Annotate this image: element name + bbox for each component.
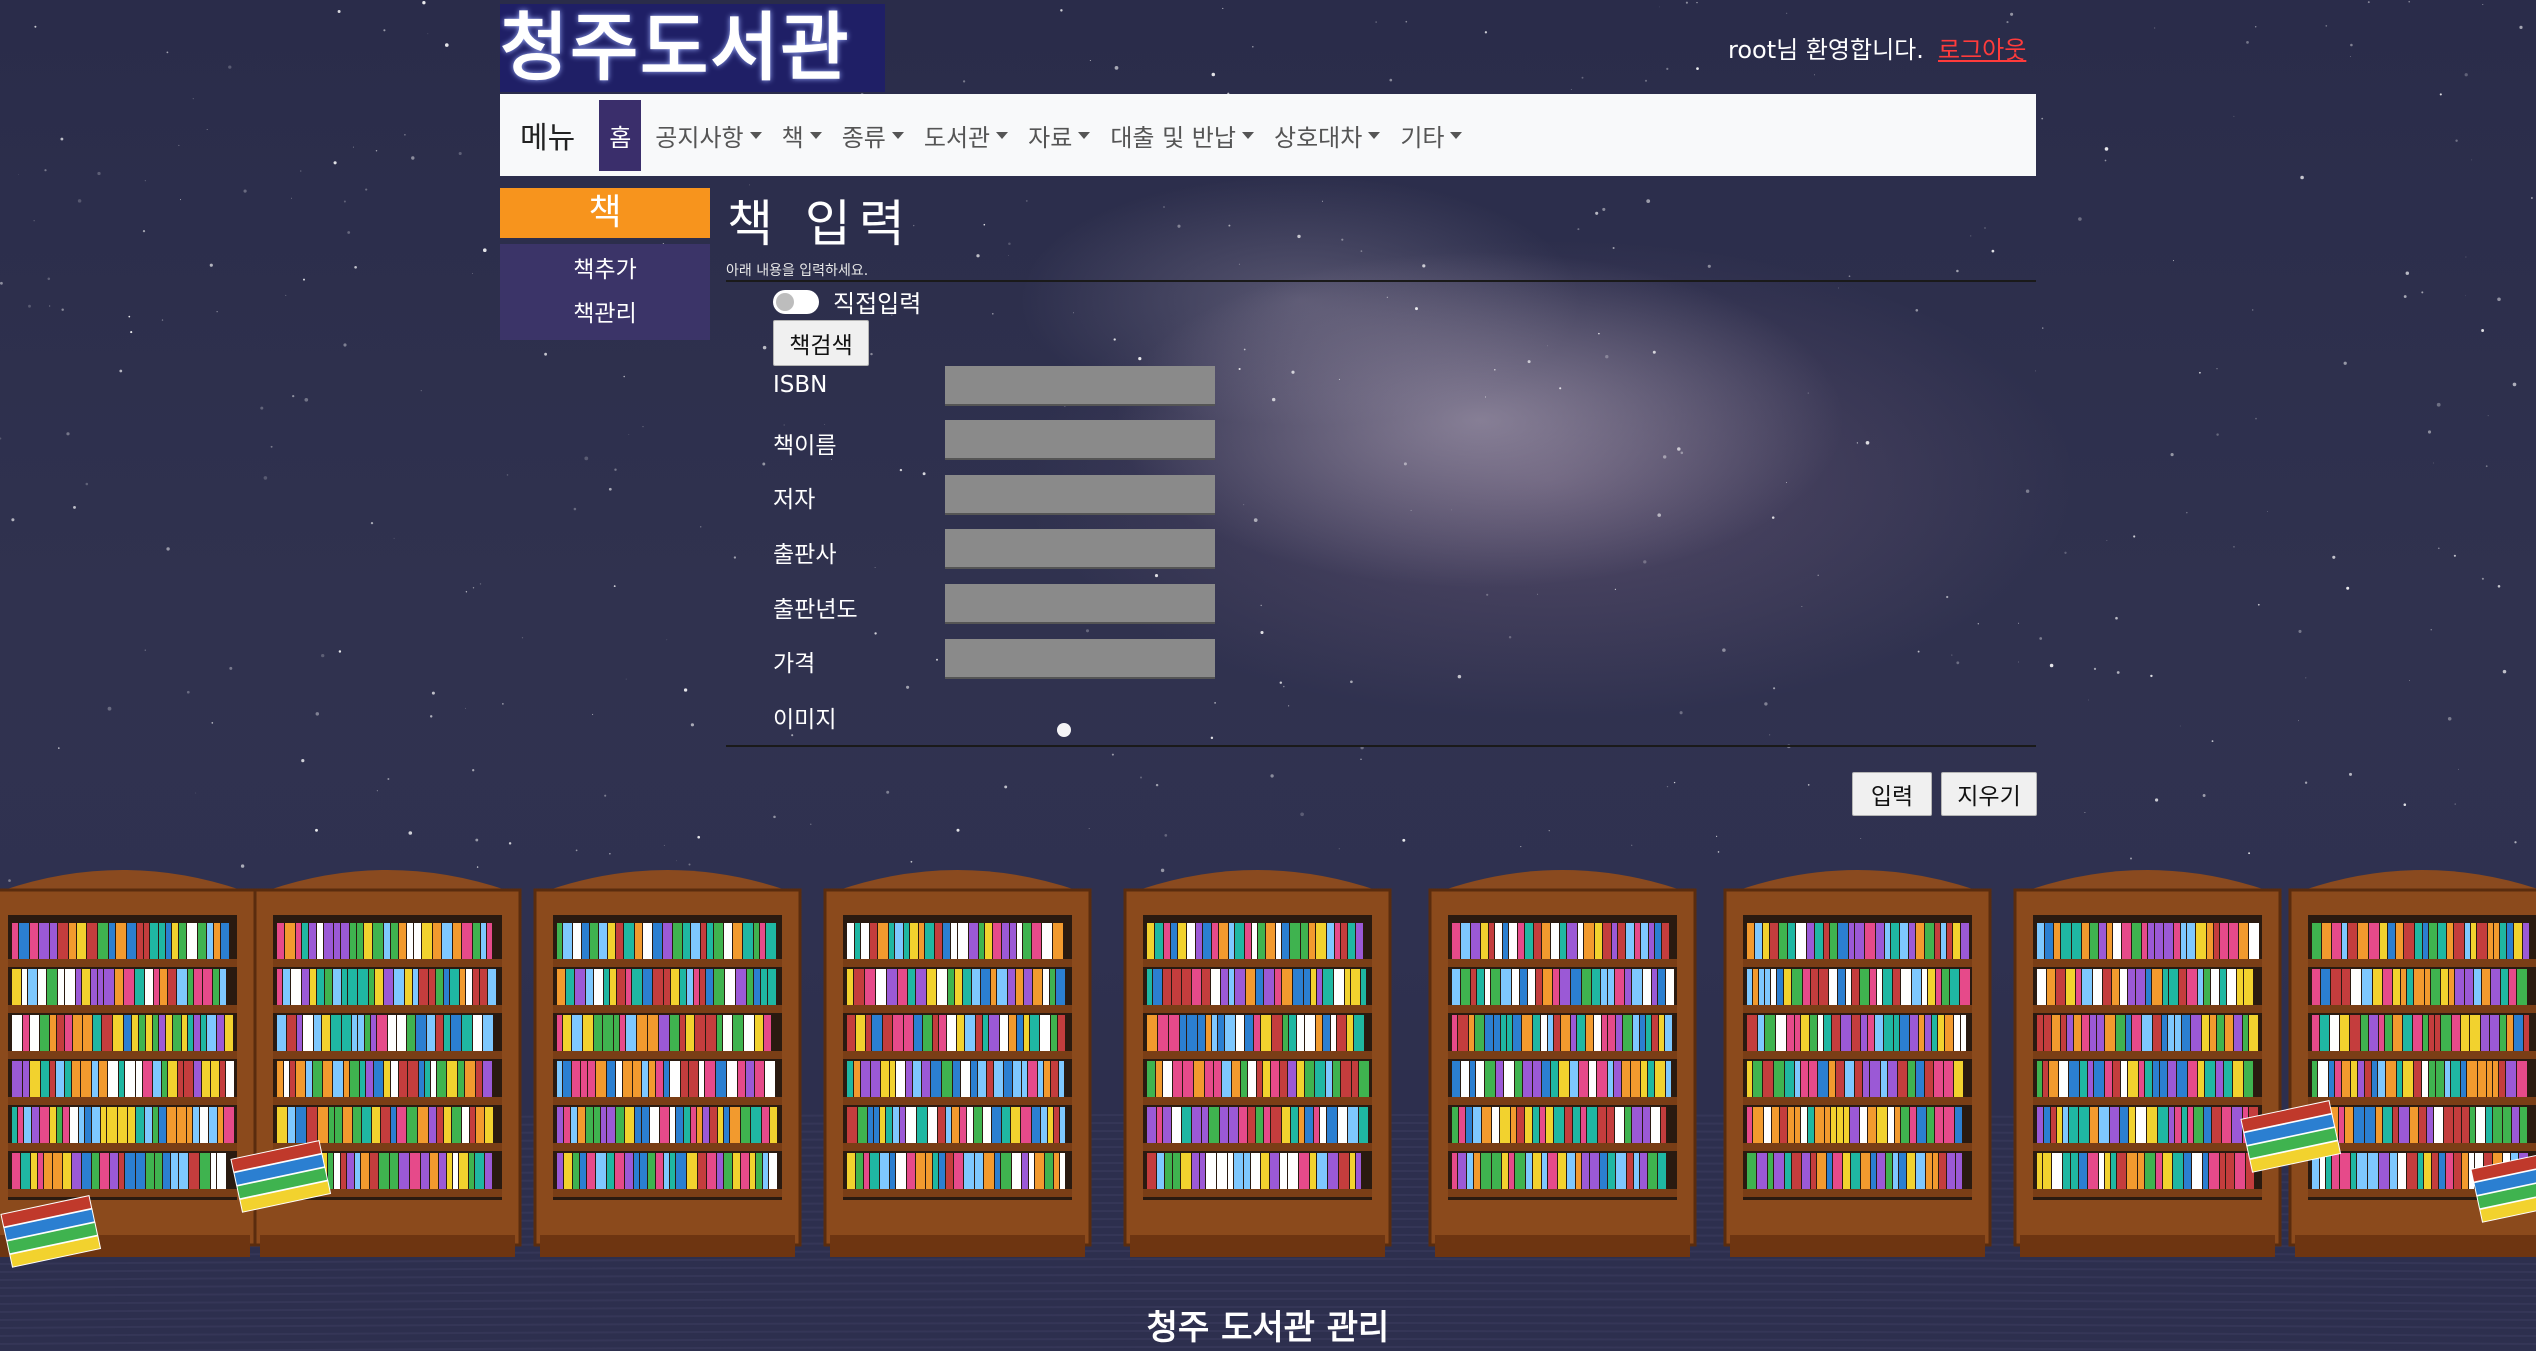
publish-year-input[interactable]	[945, 584, 1215, 624]
nav-materials-label: 자료	[1028, 123, 1073, 152]
caret-down-icon	[996, 131, 1009, 139]
nav-loan-return-label: 대출 및 반납	[1110, 123, 1236, 152]
manual-input-label: 직접입력	[833, 290, 922, 318]
site-logo[interactable]: 청주도서관	[500, 4, 885, 92]
submit-button[interactable]: 입력	[1852, 772, 1932, 816]
nav-book-label: 책	[781, 123, 804, 152]
caret-down-icon	[809, 131, 822, 139]
logout-link[interactable]: 로그아웃	[1938, 30, 2026, 65]
nav-notice[interactable]: 공지사항	[655, 118, 762, 153]
main-navbar: 메뉴 홈 공지사항 책 종류 도서관 자료 대출 및 반납 상호대차 기타	[500, 94, 2036, 176]
nav-library[interactable]: 도서관	[923, 118, 1009, 153]
author-label: 저자	[773, 487, 816, 513]
sidebar-item-add-book[interactable]: 책추가	[500, 248, 710, 292]
publish-year-label: 출판년도	[773, 597, 858, 623]
welcome-text: root님 환영합니다.	[1728, 36, 1924, 64]
caret-down-icon	[891, 131, 904, 139]
nav-etc-label: 기타	[1400, 123, 1445, 152]
caret-down-icon	[749, 131, 762, 139]
caret-down-icon	[1368, 131, 1381, 139]
nav-category-label: 종류	[841, 123, 886, 152]
page-subtitle: 아래 내용을 입력하세요.	[726, 263, 869, 279]
bottom-divider	[726, 745, 2036, 747]
nav-loan-return[interactable]: 대출 및 반납	[1110, 118, 1254, 153]
manual-input-toggle[interactable]	[773, 289, 819, 314]
nav-brand[interactable]: 메뉴	[520, 113, 575, 157]
caret-down-icon	[1450, 131, 1463, 139]
isbn-input[interactable]	[945, 366, 1215, 406]
nav-home[interactable]: 홈	[599, 99, 642, 171]
caret-down-icon	[1078, 131, 1091, 139]
nav-category[interactable]: 종류	[842, 118, 904, 153]
caret-down-icon	[1241, 131, 1254, 139]
book-search-button[interactable]: 책검색	[773, 320, 869, 366]
isbn-label: ISBN	[773, 372, 828, 398]
image-label: 이미지	[773, 707, 837, 733]
clear-button[interactable]: 지우기	[1941, 772, 2037, 816]
nav-interlibrary[interactable]: 상호대차	[1273, 118, 1381, 153]
book-name-input[interactable]	[945, 420, 1215, 460]
nav-book[interactable]: 책	[782, 118, 822, 153]
manual-input-toggle-row: 직접입력	[773, 284, 921, 319]
footer-title: 청주 도서관 관리	[1146, 1308, 1390, 1348]
book-name-label: 책이름	[773, 433, 837, 459]
publisher-input[interactable]	[945, 529, 1215, 569]
nav-interlibrary-label: 상호대차	[1273, 123, 1363, 152]
page-title: 책 입력	[727, 195, 913, 253]
author-input[interactable]	[945, 475, 1215, 515]
price-label: 가격	[773, 651, 816, 677]
nav-materials[interactable]: 자료	[1028, 118, 1091, 153]
price-input[interactable]	[945, 639, 1215, 679]
nav-library-label: 도서관	[923, 123, 991, 152]
toggle-knob	[776, 292, 794, 311]
sidebar-item-manage-books[interactable]: 책관리	[500, 292, 710, 336]
sidebar-menu: 책추가 책관리	[500, 244, 710, 340]
nav-etc[interactable]: 기타	[1400, 118, 1463, 153]
bookshelf-illustration	[0, 870, 2536, 1351]
publisher-label: 출판사	[773, 542, 837, 568]
sidebar-title: 책	[500, 188, 710, 238]
nav-notice-label: 공지사항	[655, 123, 744, 152]
top-divider	[726, 280, 2036, 282]
